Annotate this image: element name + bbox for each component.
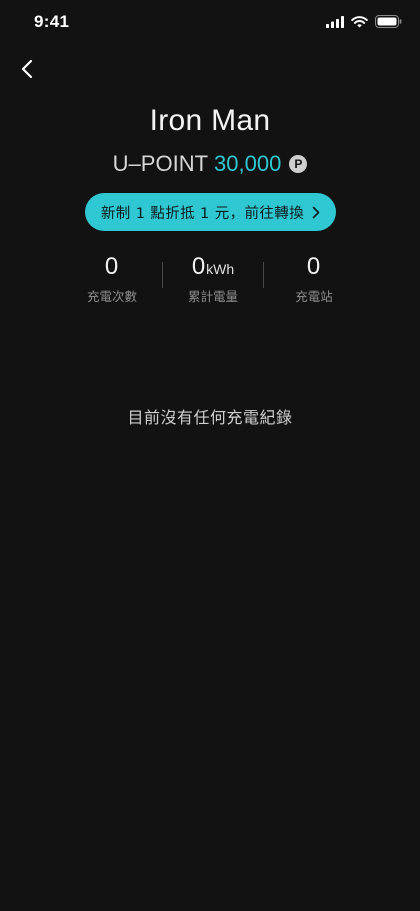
points-label: U–POINT — [112, 151, 209, 176]
wifi-icon — [351, 15, 368, 28]
convert-button-label: 新制 1 點折抵 1 元，前往轉換 — [100, 205, 305, 222]
status-icons — [326, 15, 402, 28]
convert-points-button[interactable]: 新制 1 點折抵 1 元，前往轉換 — [85, 193, 336, 231]
back-button[interactable] — [12, 56, 42, 86]
stat-value: 0 — [104, 253, 119, 280]
points-value: 30,000 — [214, 151, 282, 176]
chevron-right-icon — [312, 206, 320, 219]
cellular-signal-icon — [326, 15, 344, 28]
stat-charge-count: 0 充電次數 — [62, 252, 162, 308]
points-row: U–POINT 30,000 P — [0, 151, 420, 177]
point-coin-icon: P — [289, 155, 308, 173]
status-bar: 9:41 — [0, 0, 420, 46]
battery-icon — [375, 15, 402, 28]
chevron-left-icon — [20, 59, 34, 84]
stat-value: 0 — [191, 253, 206, 280]
charging-stats: 0 充電次數 0kWh 累計電量 0 充電站 — [62, 252, 364, 308]
stat-value: 0 — [306, 253, 321, 280]
charging-records-screen: 9:41 Iron Man U–POINT 30,000 P 新制 1 點折抵 … — [0, 0, 420, 911]
stat-total-energy: 0kWh 累計電量 — [163, 252, 263, 308]
status-time: 9:41 — [34, 12, 70, 31]
stat-label: 充電站 — [295, 289, 333, 304]
user-name: Iron Man — [149, 104, 271, 137]
empty-state-message: 目前沒有任何充電紀錄 — [127, 408, 293, 427]
stat-stations: 0 充電站 — [264, 252, 364, 308]
stat-unit: kWh — [206, 261, 235, 277]
stat-label: 充電次數 — [86, 289, 137, 304]
stat-label: 累計電量 — [187, 289, 238, 304]
